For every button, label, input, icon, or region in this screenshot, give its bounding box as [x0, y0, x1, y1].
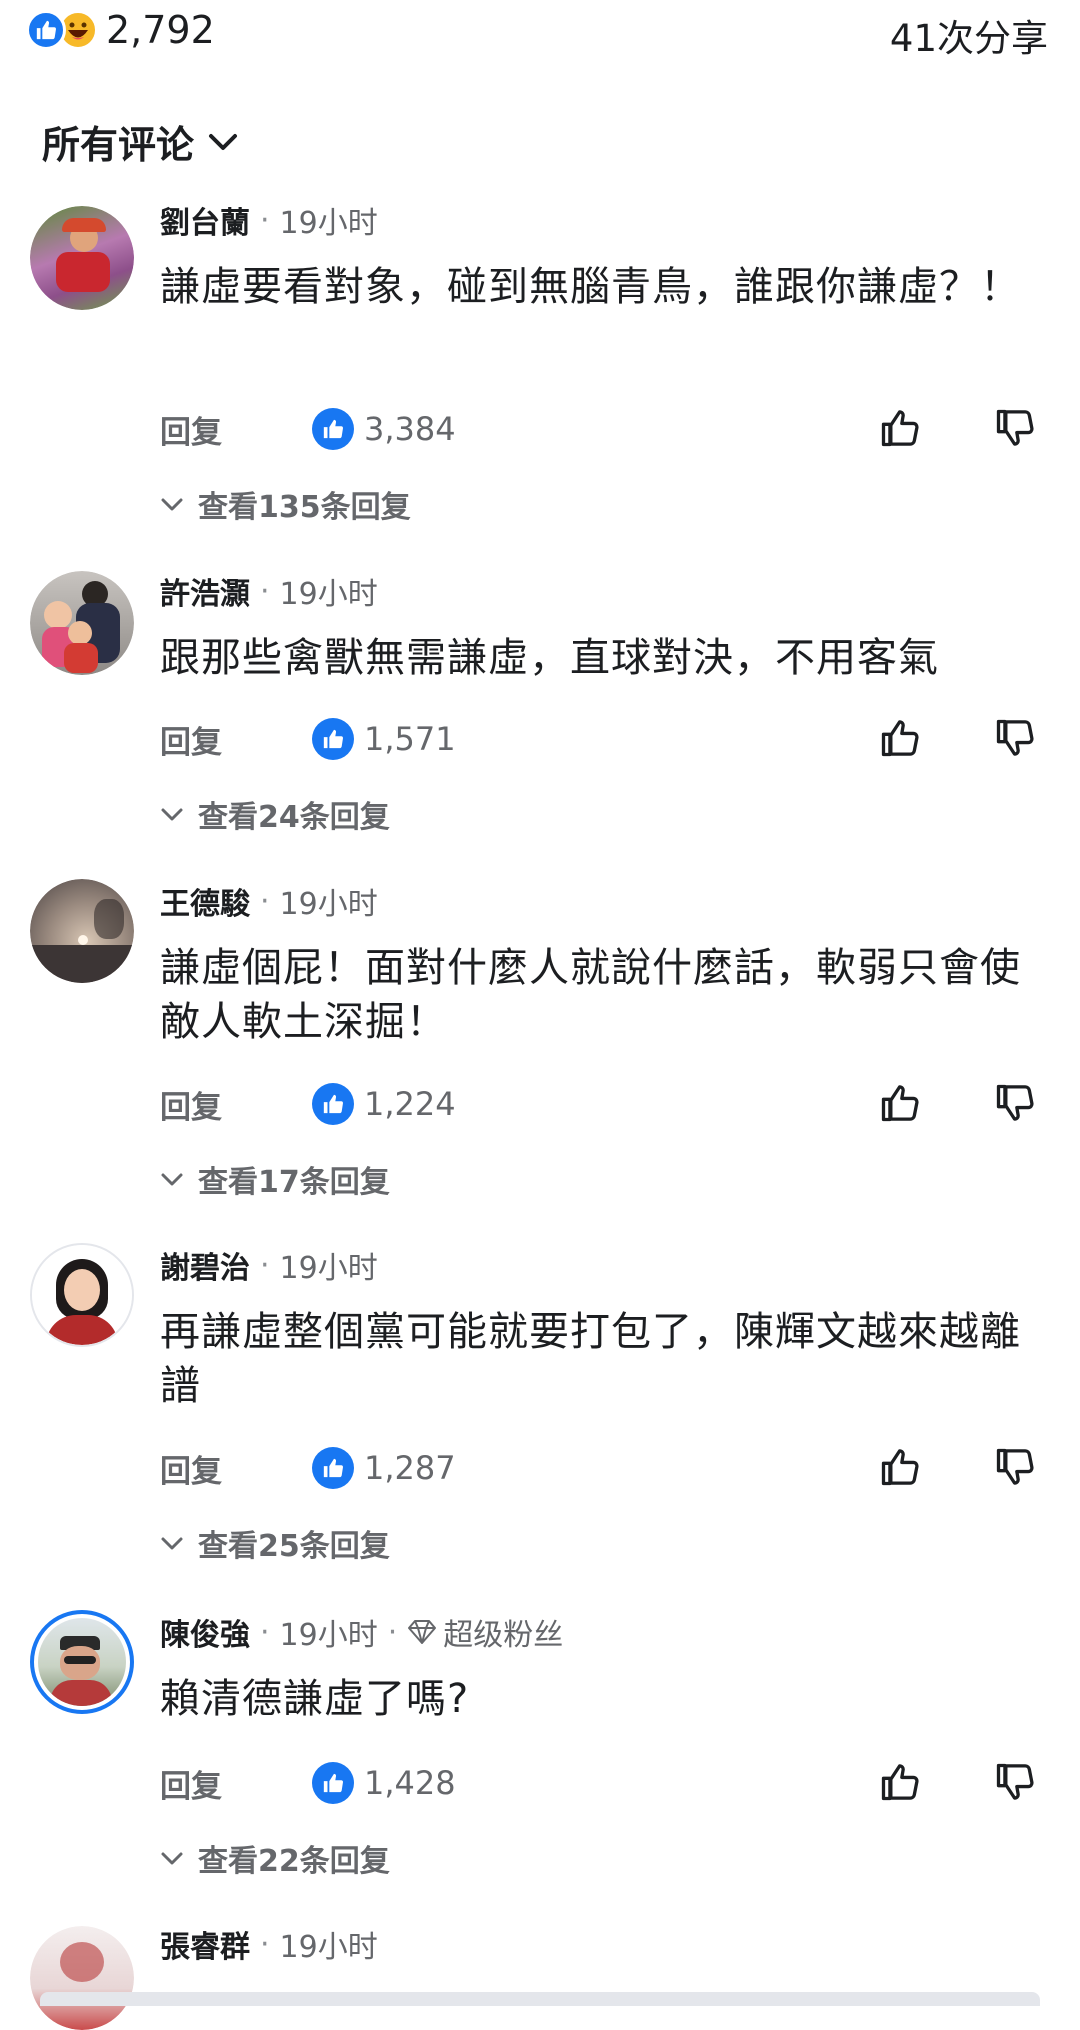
separator: ·	[260, 1926, 270, 1962]
like-summary[interactable]: 1,287	[312, 1447, 456, 1489]
comment-text: 謙虛要看對象，碰到無腦青鳥，誰跟你謙虛？！	[160, 264, 1021, 310]
view-replies-label: 查看17条回复	[198, 1165, 390, 1200]
comment-actions: 回复 1,287	[160, 1443, 1040, 1493]
chevron-down-icon	[209, 133, 238, 150]
view-replies-link[interactable]: 查看24条回复	[160, 792, 390, 836]
chevron-down-icon	[161, 1537, 183, 1550]
like-reaction-icon	[26, 10, 66, 50]
comment-meta: 謝碧治 · 19小时	[160, 1243, 378, 1287]
reaction-count: 2,792	[106, 8, 215, 52]
thumbs-down-icon[interactable]	[993, 1760, 1037, 1804]
comment-time: 19小时	[279, 577, 378, 612]
like-count: 1,428	[364, 1764, 456, 1802]
separator: ·	[260, 883, 270, 919]
share-count[interactable]: 41次分享	[890, 8, 1048, 62]
avatar[interactable]	[30, 1243, 134, 1347]
avatar[interactable]	[30, 571, 134, 675]
commenter-name[interactable]: 劉台蘭	[160, 198, 250, 242]
like-summary[interactable]: 3,384	[312, 408, 456, 450]
thumbs-down-icon[interactable]	[993, 1445, 1037, 1489]
top-fan-badge: 超级粉丝	[407, 1610, 563, 1654]
like-count: 1,224	[364, 1085, 456, 1123]
comment-time: 19小时	[279, 1618, 378, 1653]
separator: ·	[387, 1614, 398, 1650]
view-replies-link[interactable]: 查看22条回复	[160, 1836, 390, 1880]
chevron-down-icon	[161, 1173, 183, 1186]
reply-button[interactable]: 回复	[160, 407, 222, 452]
separator: ·	[260, 202, 270, 238]
reply-button[interactable]: 回复	[160, 717, 222, 762]
comment-text: 跟那些禽獸無需謙虛，直球對決，不用客氣	[160, 635, 939, 681]
reply-button[interactable]: 回复	[160, 1446, 222, 1491]
like-reaction-icon	[312, 408, 354, 450]
comment-time: 19小时	[279, 887, 378, 922]
reaction-summary-bar: 2,792 41次分享	[0, 0, 1080, 60]
like-reaction-icon	[312, 1762, 354, 1804]
commenter-name[interactable]: 許浩灝	[160, 569, 250, 613]
comment-text: 賴清德謙虛了嗎?	[160, 1676, 470, 1722]
comment-meta: 陳俊強 · 19小时 · 超级粉丝	[160, 1610, 563, 1654]
comment-time: 19小时	[279, 1251, 378, 1286]
avatar[interactable]	[30, 206, 134, 310]
comment-meta: 許浩灝 · 19小时	[160, 569, 378, 613]
thumbs-down-icon[interactable]	[993, 1081, 1037, 1125]
chevron-down-icon	[161, 1852, 183, 1865]
thumbs-up-icon[interactable]	[878, 1760, 922, 1804]
like-summary[interactable]: 1,428	[312, 1762, 456, 1804]
avatar[interactable]	[30, 1926, 134, 2030]
comment-actions: 回复 3,384	[160, 404, 1040, 454]
view-replies-link[interactable]: 查看135条回复	[160, 482, 411, 526]
commenter-name[interactable]: 陳俊強	[160, 1610, 250, 1654]
comment-actions: 回复 1,571	[160, 714, 1040, 764]
like-summary[interactable]: 1,224	[312, 1083, 456, 1125]
like-summary[interactable]: 1,571	[312, 718, 456, 760]
separator: ·	[260, 1614, 270, 1650]
thumbs-up-icon[interactable]	[878, 406, 922, 450]
comment-sort-selector[interactable]: 所有评论	[42, 114, 238, 169]
view-replies-label: 查看22条回复	[198, 1844, 390, 1879]
view-replies-link[interactable]: 查看17条回复	[160, 1157, 390, 1201]
thumbs-down-icon[interactable]	[993, 716, 1037, 760]
like-count: 1,571	[364, 720, 456, 758]
separator: ·	[260, 1247, 270, 1283]
chevron-down-icon	[161, 808, 183, 821]
thumbs-up-icon[interactable]	[878, 1445, 922, 1489]
comment-sort-label: 所有评论	[42, 123, 195, 167]
like-count: 1,287	[364, 1449, 456, 1487]
like-reaction-icon	[312, 1447, 354, 1489]
comment-meta: 王德駿 · 19小时	[160, 879, 378, 923]
diamond-icon	[408, 1620, 437, 1644]
comment-actions: 回复 1,224	[160, 1079, 1040, 1129]
comment-actions: 回复 1,428	[160, 1758, 1040, 1808]
commenter-name[interactable]: 張睿群	[160, 1922, 250, 1966]
like-reaction-icon	[312, 718, 354, 760]
comment-text: 謙虛個屁！面對什麼人就說什麼話，軟弱只會使敵人軟土深掘！	[160, 945, 1021, 1045]
reactions[interactable]: 2,792	[26, 8, 215, 52]
avatar[interactable]	[30, 879, 134, 983]
separator: ·	[260, 573, 270, 609]
thumbs-down-icon[interactable]	[993, 406, 1037, 450]
view-replies-link[interactable]: 查看25条回复	[160, 1521, 390, 1565]
comment-time: 19小时	[279, 1930, 378, 1965]
thumbs-up-icon[interactable]	[878, 716, 922, 760]
reply-button[interactable]: 回复	[160, 1082, 222, 1127]
reply-button[interactable]: 回复	[160, 1761, 222, 1806]
view-replies-label: 查看24条回复	[198, 800, 390, 835]
like-count: 3,384	[364, 410, 456, 448]
commenter-name[interactable]: 謝碧治	[160, 1243, 250, 1287]
comment-text: 再謙虛整個黨可能就要打包了，陳輝文越來越離譜	[160, 1309, 1021, 1409]
view-replies-label: 查看25条回复	[198, 1529, 390, 1564]
badge-label: 超级粉丝	[443, 1618, 564, 1653]
comment-meta: 劉台蘭 · 19小时	[160, 198, 378, 242]
thumbs-up-icon[interactable]	[878, 1081, 922, 1125]
commenter-name[interactable]: 王德駿	[160, 879, 250, 923]
comment-composer-edge[interactable]	[40, 1992, 1040, 2006]
chevron-down-icon	[161, 498, 183, 511]
like-reaction-icon	[312, 1083, 354, 1125]
avatar[interactable]	[30, 1610, 134, 1714]
view-replies-label: 查看135条回复	[198, 490, 411, 525]
comment-time: 19小时	[279, 206, 378, 241]
comment-meta: 張睿群 · 19小时	[160, 1922, 378, 1966]
